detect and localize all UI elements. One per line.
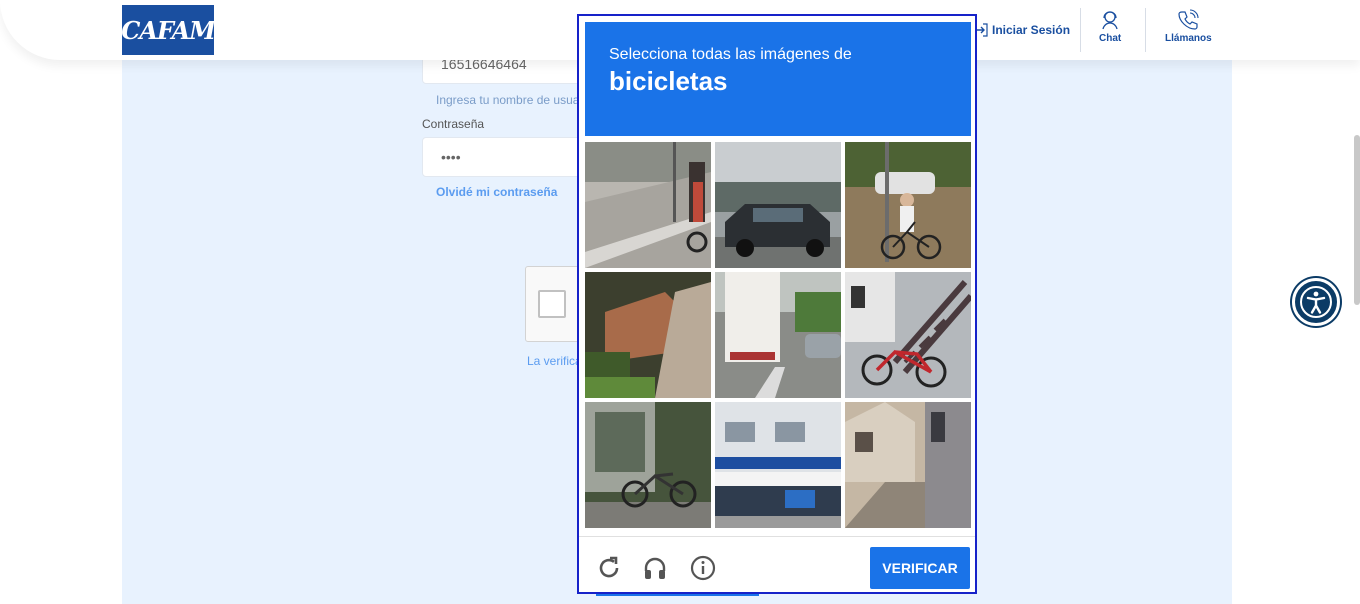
password-field-value: •••• — [441, 149, 461, 165]
captcha-tile[interactable] — [845, 142, 971, 268]
captcha-tile[interactable] — [715, 142, 841, 268]
forgot-password-link[interactable]: Olvidé mi contraseña — [436, 185, 557, 199]
captcha-header: Selecciona todas las imágenes de bicicle… — [585, 22, 971, 136]
headset-icon — [1102, 11, 1118, 30]
bicycle-garden-image — [585, 402, 711, 528]
captcha-tile[interactable] — [845, 402, 971, 528]
submit-underline — [596, 594, 759, 596]
page-scrollbar[interactable] — [1354, 135, 1360, 305]
captcha-tile[interactable] — [585, 272, 711, 398]
id-hint: Ingresa tu nombre de usua — [436, 93, 580, 107]
info-icon[interactable] — [690, 555, 716, 581]
chat-button[interactable]: Chat — [1099, 9, 1121, 44]
audio-challenge-icon[interactable] — [642, 555, 668, 581]
captcha-grid — [585, 142, 972, 529]
captcha-dialog: Selecciona todas las imágenes de bicicle… — [577, 14, 977, 594]
brick-wall-sidewalk-image — [585, 272, 711, 398]
captcha-tile[interactable] — [585, 142, 711, 268]
login-link[interactable]: Iniciar Sesión — [974, 20, 1070, 40]
captcha-tile[interactable] — [715, 272, 841, 398]
phone-icon — [1178, 9, 1199, 30]
captcha-tile[interactable] — [715, 402, 841, 528]
call-button[interactable]: Llámanos — [1165, 9, 1212, 44]
chat-label: Chat — [1099, 33, 1122, 44]
street-corner-cyclist-image — [585, 142, 711, 268]
call-label: Llámanos — [1165, 33, 1212, 44]
cyclist-sidewalk-image — [845, 142, 971, 268]
captcha-tile[interactable] — [845, 272, 971, 398]
captcha-instruction: Selecciona todas las imágenes de — [609, 46, 852, 63]
captcha-target: bicicletas — [609, 66, 728, 96]
houses-alley-image — [845, 402, 971, 528]
login-label: Iniciar Sesión — [992, 23, 1071, 37]
accessibility-button[interactable] — [1292, 278, 1340, 326]
parked-car-image — [715, 142, 841, 268]
captcha-footer: VERIFICAR — [579, 536, 975, 592]
header-divider — [1145, 8, 1146, 52]
shop-front-image — [715, 402, 841, 528]
header-divider — [1080, 8, 1081, 52]
verification-text: La verifica — [527, 354, 582, 368]
cafam-logo[interactable]: CAFAM — [121, 5, 216, 55]
red-bicycle-stairs-image — [845, 272, 971, 398]
captcha-tile[interactable] — [585, 402, 711, 528]
recaptcha-checkbox[interactable] — [538, 290, 566, 318]
verify-button[interactable]: VERIFICAR — [870, 547, 970, 589]
password-field[interactable]: •••• — [422, 137, 592, 177]
accessibility-icon — [1300, 286, 1332, 318]
truck-street-image — [715, 272, 841, 398]
password-label: Contraseña — [422, 117, 485, 131]
reload-icon[interactable] — [596, 555, 622, 581]
